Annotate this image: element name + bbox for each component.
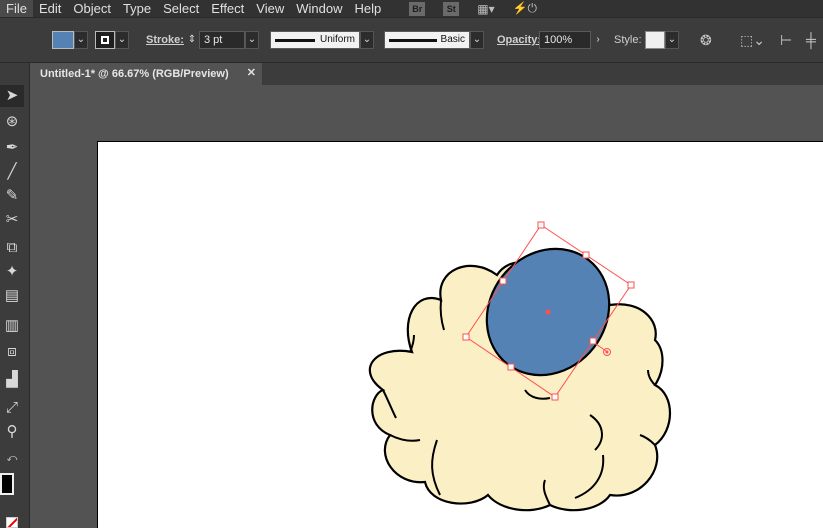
center-point [545, 309, 551, 315]
handle-top-right[interactable] [582, 251, 590, 259]
handle-top[interactable] [537, 221, 545, 229]
handle-right[interactable] [627, 281, 635, 289]
artwork-layer [368, 221, 672, 512]
handle-left[interactable] [462, 333, 470, 341]
handle-bottom[interactable] [551, 393, 559, 401]
handle-bottom-left[interactable] [507, 363, 515, 371]
handle-top-left[interactable] [499, 277, 507, 285]
handle-bottom-right[interactable] [589, 337, 597, 345]
